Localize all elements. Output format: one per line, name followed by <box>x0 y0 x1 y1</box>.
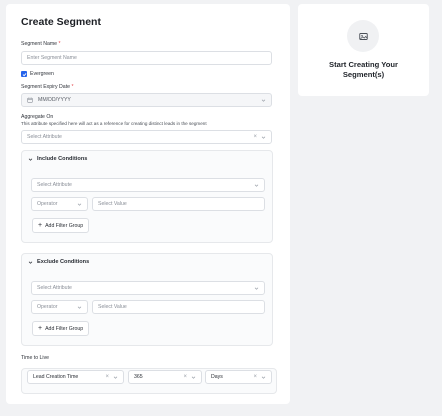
exclude-operator-select[interactable]: Operator <box>31 300 88 314</box>
chevron-down-icon <box>28 157 33 161</box>
ttl-unit-select[interactable]: Days × <box>205 370 272 384</box>
expiry-date-field[interactable]: MM/DD/YYYY <box>21 93 272 107</box>
ttl-amount-select[interactable]: 365 × <box>128 370 202 384</box>
include-add-filter-group-button[interactable]: + Add Filter Group <box>32 218 90 233</box>
chevron-down-icon <box>28 260 33 264</box>
clear-icon[interactable]: × <box>183 374 187 380</box>
evergreen-label: Evergreen <box>30 71 54 77</box>
start-creating-panel: Start Creating Your Segment(s) <box>298 4 429 96</box>
chevron-down-icon[interactable] <box>260 134 266 140</box>
check-icon <box>22 72 26 76</box>
evergreen-checkbox-row[interactable]: Evergreen <box>21 71 54 77</box>
chevron-down-icon <box>253 285 259 291</box>
aggregate-select[interactable]: Select Attribute × <box>21 130 272 144</box>
empty-state-text: Start Creating Your Segment(s) <box>329 60 398 79</box>
ttl-field-select[interactable]: Lead Creation Time × <box>27 370 124 384</box>
plus-icon: + <box>38 222 43 229</box>
plus-icon: + <box>38 325 43 332</box>
chevron-down-icon[interactable] <box>190 374 196 380</box>
chevron-down-icon <box>260 97 266 103</box>
include-value-input[interactable]: Select Value <box>92 197 265 211</box>
chevron-down-icon[interactable] <box>260 374 266 380</box>
clear-icon[interactable]: × <box>253 374 257 380</box>
clear-icon[interactable]: × <box>253 134 257 140</box>
segment-name-label: Segment Name * <box>21 41 61 47</box>
include-attribute-select[interactable]: Select Attribute <box>31 178 265 192</box>
calendar-icon <box>27 97 33 103</box>
aggregate-help-text: This attribute specified here will act a… <box>21 121 207 126</box>
image-placeholder-icon <box>347 20 379 52</box>
page-title: Create Segment <box>21 16 101 28</box>
aggregate-label: Aggregate On <box>21 114 54 120</box>
time-to-live-label: Time to Live <box>21 355 50 361</box>
expiry-date-label: Segment Expiry Date * <box>21 84 74 90</box>
chevron-down-icon <box>76 201 82 207</box>
create-segment-panel: Create Segment Segment Name * Enter Segm… <box>6 4 290 404</box>
segment-name-input[interactable]: Enter Segment Name <box>21 51 272 65</box>
exclude-add-filter-group-button[interactable]: + Add Filter Group <box>32 321 90 336</box>
clear-icon[interactable]: × <box>105 374 109 380</box>
include-conditions-header[interactable]: Include Conditions <box>28 156 87 162</box>
include-operator-select[interactable]: Operator <box>31 197 88 211</box>
exclude-conditions-header[interactable]: Exclude Conditions <box>28 259 89 265</box>
exclude-attribute-select[interactable]: Select Attribute <box>31 281 265 295</box>
chevron-down-icon <box>76 304 82 310</box>
exclude-value-input[interactable]: Select Value <box>92 300 265 314</box>
evergreen-checkbox[interactable] <box>21 71 27 77</box>
chevron-down-icon[interactable] <box>112 374 118 380</box>
chevron-down-icon <box>253 182 259 188</box>
